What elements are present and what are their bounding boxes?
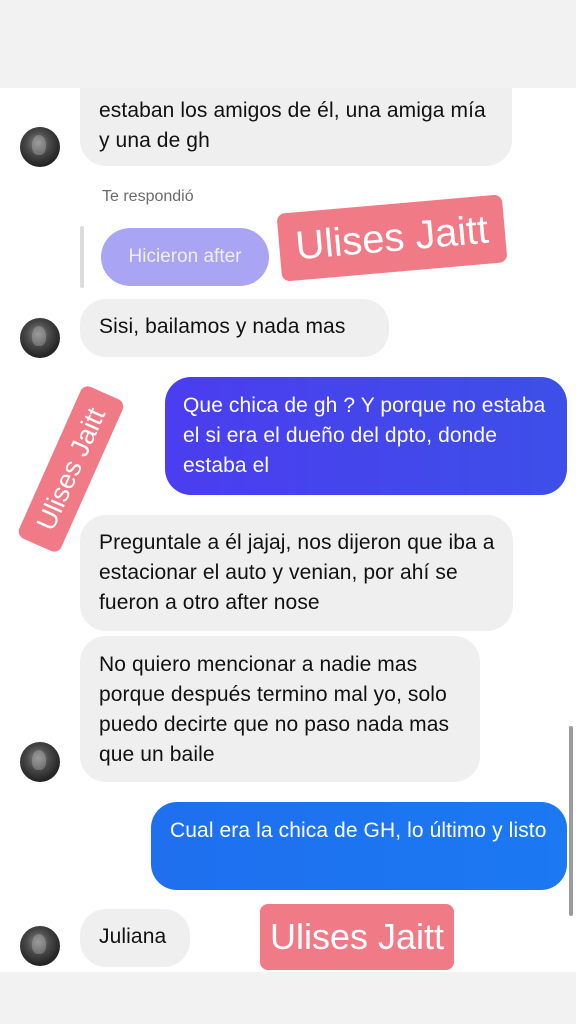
message-bubble-incoming[interactable]: Sisi, bailamos y nada mas [80,299,389,357]
scrollbar[interactable] [569,726,573,916]
reply-label: Te respondió [102,188,194,205]
message-text: Que chica de gh ? Y porque no estaba el … [183,394,546,477]
bottom-bar [0,972,576,1024]
avatar[interactable] [20,127,60,167]
message-text: estaban los amigos de él, una amiga mía … [99,99,486,152]
top-bar-overlay [0,0,576,88]
message-text: Juliana [99,925,167,948]
quoted-reply-bubble[interactable]: Hicieron after [101,228,269,286]
message-bubble-outgoing[interactable]: Que chica de gh ? Y porque no estaba el … [165,377,567,495]
watermark-stamp: Ulises Jaitt [276,194,508,282]
avatar[interactable] [20,926,60,966]
message-bubble-outgoing[interactable]: Cual era la chica de GH, lo último y lis… [151,802,567,890]
message-bubble-incoming[interactable]: No quiero mencionar a nadie mas porque d… [80,636,480,782]
reply-indicator-line [80,226,84,288]
avatar[interactable] [20,318,60,358]
message-text: Sisi, bailamos y nada mas [99,315,346,338]
message-text: Preguntale a él jajaj, nos dijeron que i… [99,531,495,614]
message-bubble-incoming[interactable]: Preguntale a él jajaj, nos dijeron que i… [80,515,513,631]
message-text: No quiero mencionar a nadie mas porque d… [99,653,450,766]
avatar[interactable] [20,742,60,782]
watermark-stamp: Ulises Jaitt [260,904,454,970]
message-bubble-incoming[interactable]: Juliana [80,909,190,967]
message-text: Cual era la chica de GH, lo último y lis… [170,819,547,842]
